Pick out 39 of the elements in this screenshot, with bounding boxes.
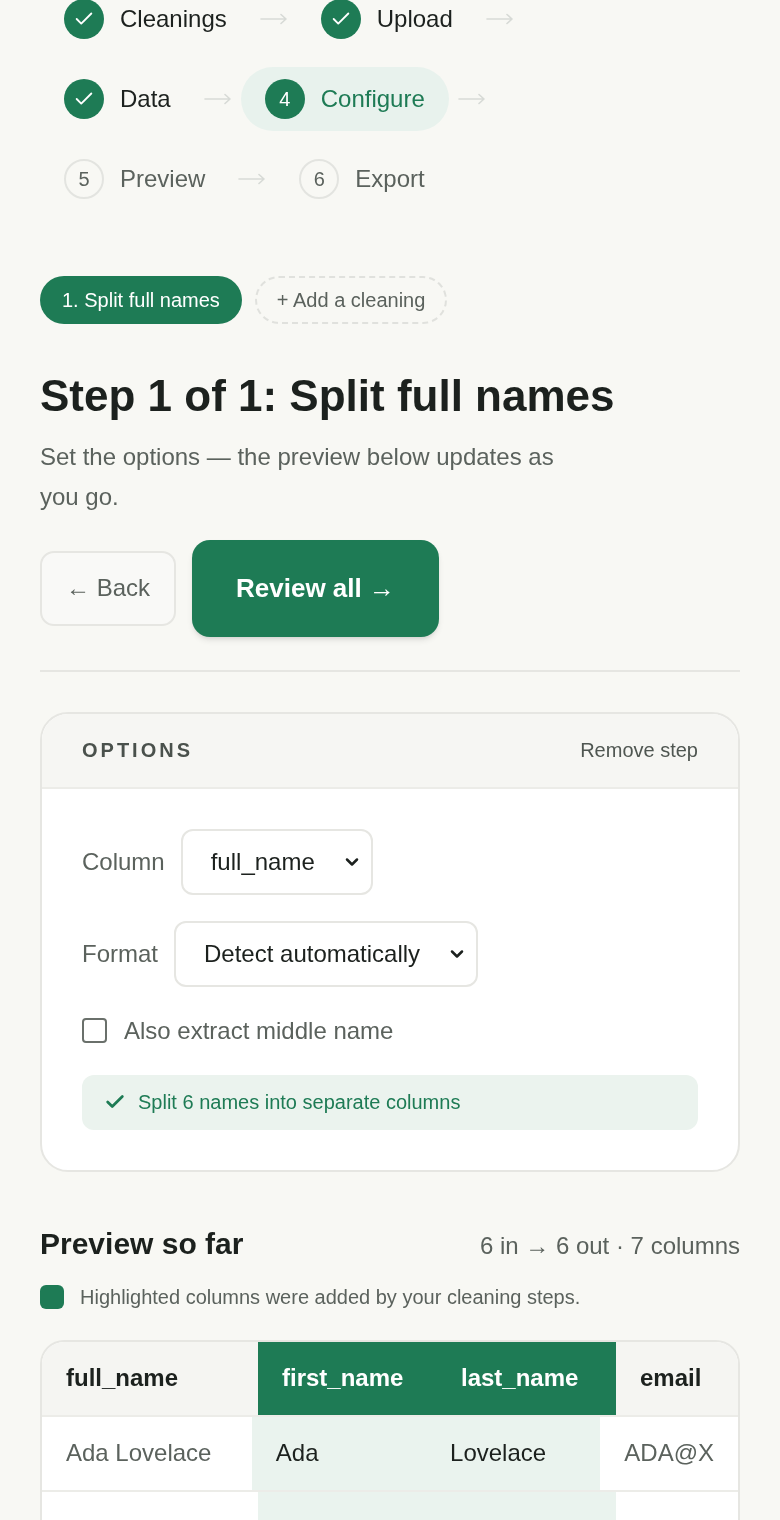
back-button[interactable]: ← Back xyxy=(40,550,177,626)
column-header: first_name xyxy=(258,1341,437,1415)
column-header: full_name xyxy=(42,1341,258,1415)
column-header: email xyxy=(616,1341,738,1415)
preview-title: Preview so far xyxy=(40,1225,244,1262)
step-number: 4 xyxy=(264,79,305,119)
options-title: OPTIONS xyxy=(82,738,193,764)
table-cell: Lovelace xyxy=(426,1416,601,1490)
dropdown[interactable]: Detect automatically xyxy=(174,920,479,987)
add-cleaning-button[interactable]: + Add a cleaning xyxy=(254,276,448,324)
step-label: Upload xyxy=(376,7,453,31)
field-label: Format xyxy=(82,938,158,969)
remove-step-button[interactable]: Remove step xyxy=(580,735,698,766)
arrow-icon xyxy=(457,93,486,105)
arrow-icon xyxy=(259,13,288,25)
step-number: 6 xyxy=(299,159,340,199)
step-title: Step 1 of 1: Split full names xyxy=(40,370,616,422)
dropdown[interactable]: full_name xyxy=(180,828,373,895)
column-header: last_name xyxy=(437,1341,616,1415)
legend-swatch-icon xyxy=(40,1284,64,1309)
step-number: 5 xyxy=(64,159,104,199)
field-label: Column xyxy=(82,846,165,877)
step-label: Configure xyxy=(320,87,425,111)
preview-summary: 6 in → 6 out · 7 columns xyxy=(479,1230,740,1261)
step-label: Data xyxy=(120,87,171,111)
status-text: Split 6 names into separate columns xyxy=(138,1090,461,1116)
step-description: Set the options — the preview below updates as you go. xyxy=(40,441,555,512)
arrow-icon xyxy=(238,173,267,185)
step-label: Preview xyxy=(120,167,206,191)
table-cell: Ada xyxy=(251,1416,427,1490)
checkbox[interactable] xyxy=(82,1018,107,1044)
step-label: Cleanings xyxy=(120,7,227,31)
arrow-icon xyxy=(203,93,232,105)
legend-text: Highlighted columns were added by your cleaning steps. xyxy=(80,1284,581,1310)
step-label: Export xyxy=(355,167,425,191)
review-all-button[interactable]: Review all → xyxy=(192,539,439,637)
checkbox-label: Also extract middle name xyxy=(124,1015,394,1046)
arrow-icon xyxy=(485,13,514,25)
cleaning-chip[interactable]: 1. Split full names xyxy=(40,276,242,324)
